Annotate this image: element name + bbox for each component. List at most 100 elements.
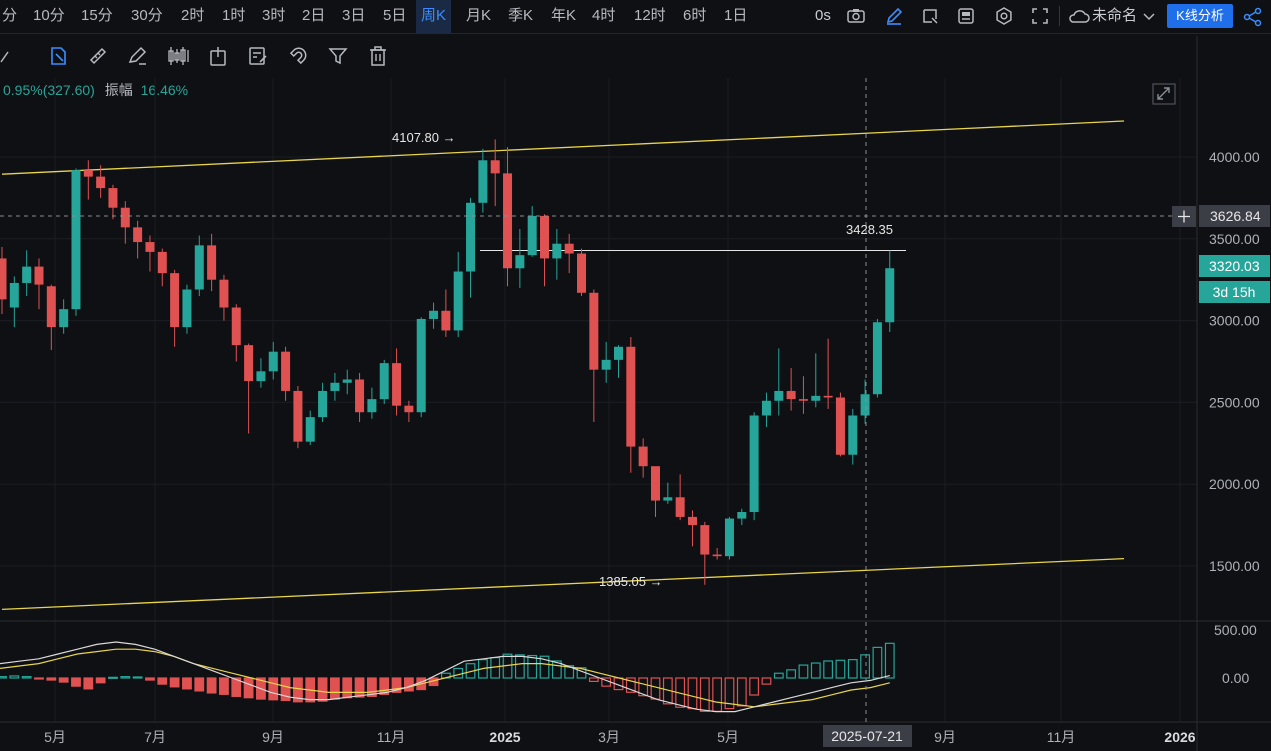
- macd-bar: [9, 675, 20, 679]
- timeframe-17[interactable]: 1日: [724, 0, 747, 33]
- screenshot-settings-icon[interactable]: [957, 7, 975, 25]
- position-tool-icon[interactable]: [208, 45, 228, 67]
- candle-body: [330, 382, 340, 391]
- amplitude-value: 16.46%: [140, 82, 189, 98]
- indicator-tick: 0.00: [1222, 670, 1249, 686]
- timeframe-15[interactable]: 12时: [634, 0, 666, 33]
- top-toolbar: 分 10分 15分 30分 2时 1时 3时 2日 3日 5日 周K 月K 季K 年K 4时 12时 6时 1日 …: [0, 0, 1271, 34]
- share-icon[interactable]: [1243, 7, 1263, 27]
- candle-body: [786, 390, 796, 400]
- timeframe-11[interactable]: 月K: [466, 0, 491, 33]
- crosshair: [0, 78, 1197, 722]
- macd-bar: [194, 677, 205, 692]
- timeframe-2[interactable]: 15分: [81, 0, 113, 33]
- macd-bar: [243, 677, 254, 699]
- settings-gear-icon[interactable]: [995, 7, 1013, 25]
- macd-bar: [95, 677, 106, 684]
- draw-pen-icon[interactable]: [885, 7, 903, 25]
- timeframe-5[interactable]: 1时: [222, 0, 245, 33]
- macd-bar: [305, 677, 316, 703]
- macd-bar: [132, 676, 143, 679]
- notes-edit-icon[interactable]: [247, 45, 269, 67]
- macd-bar: [601, 677, 612, 687]
- candle-body: [404, 405, 414, 413]
- current-price: 3320.03: [1209, 258, 1260, 274]
- layout-name[interactable]: 未命名: [1092, 0, 1137, 33]
- timeframe-1[interactable]: 10分: [33, 0, 65, 33]
- current-price-box: [1199, 255, 1270, 277]
- filter-icon[interactable]: [327, 45, 349, 67]
- chevron-down-icon[interactable]: [1143, 12, 1155, 21]
- axes: 4000.00 3500.00 3000.00 2500.00 2000.00 1500.…: [44, 149, 1270, 747]
- time-tick: 5月: [44, 729, 66, 745]
- countdown-toggle[interactable]: 0s: [815, 0, 831, 33]
- macd-bar: [502, 653, 513, 679]
- candle-body: [342, 379, 352, 383]
- timeframe-0[interactable]: 分: [2, 0, 17, 33]
- timeframe-10[interactable]: 周K: [416, 0, 452, 33]
- timeframe-16[interactable]: 6时: [683, 0, 706, 33]
- macd-bar: [293, 677, 303, 703]
- timeframe-8[interactable]: 3日: [342, 0, 365, 33]
- macd-bar: [810, 662, 821, 679]
- magnet-icon[interactable]: [287, 45, 309, 67]
- macd-bar: [699, 677, 710, 712]
- macd-bar: [71, 677, 81, 687]
- crosshair-date: 2025-07-21: [831, 728, 903, 744]
- candle-body: [367, 399, 377, 413]
- price-tick: 3000.00: [1209, 313, 1260, 329]
- candle-body: [416, 318, 426, 413]
- timeframe-14[interactable]: 4时: [592, 0, 615, 33]
- candle-body: [59, 309, 69, 328]
- brush-icon[interactable]: [127, 45, 149, 67]
- partial-tool-icon[interactable]: [0, 47, 10, 67]
- timeframe-3[interactable]: 30分: [131, 0, 163, 33]
- trendline: [1, 120, 1125, 175]
- level-annotation: 3428.35: [846, 222, 893, 237]
- price-tick: 2500.00: [1209, 394, 1260, 410]
- timeframe-4[interactable]: 2时: [181, 0, 204, 33]
- macd-bar: [514, 654, 525, 679]
- trash-icon[interactable]: [367, 45, 389, 67]
- timeframe-9[interactable]: 5日: [383, 0, 406, 33]
- macd-bar: [786, 669, 797, 679]
- select-cursor-icon[interactable]: [47, 45, 69, 67]
- candles-pattern-icon[interactable]: [167, 45, 191, 67]
- macd-bar: [884, 642, 895, 679]
- macd-bar: [416, 677, 427, 691]
- macd-bar: [625, 677, 636, 693]
- time-tick: 11月: [377, 729, 406, 745]
- indicator-template-icon[interactable]: [921, 7, 939, 25]
- macd-bar: [749, 677, 760, 696]
- candle-body: [724, 518, 734, 557]
- cloud-icon: [1069, 10, 1090, 23]
- candle-body: [219, 279, 229, 308]
- macd-bar: [206, 677, 217, 694]
- timeframe-7[interactable]: 2日: [302, 0, 325, 33]
- candle-countdown: 3d 15h: [1213, 284, 1256, 300]
- k-line-analysis-button[interactable]: K线分析: [1167, 4, 1233, 28]
- low-annotation: 1385.05 →: [599, 574, 663, 589]
- high-annotation: 4107.80 →: [392, 130, 456, 145]
- candle-body: [872, 322, 882, 395]
- fullscreen-icon[interactable]: [1031, 7, 1049, 25]
- candle-body: [540, 215, 550, 259]
- timeframe-6[interactable]: 3时: [262, 0, 285, 33]
- candle-body: [675, 497, 685, 517]
- maximize-pane-icon[interactable]: [1152, 83, 1176, 105]
- camera-icon[interactable]: [847, 8, 865, 24]
- timeframe-13[interactable]: 年K: [551, 0, 576, 33]
- candles: [0, 139, 895, 585]
- timeframe-12[interactable]: 季K: [508, 0, 533, 33]
- candle-body: [589, 292, 599, 370]
- macd-bar: [662, 677, 673, 705]
- candle-body: [22, 266, 32, 283]
- candle-body: [885, 268, 895, 323]
- crosshair-price: 3626.84: [1210, 208, 1261, 224]
- macd-bar: [588, 677, 599, 683]
- ruler-icon[interactable]: [87, 45, 109, 67]
- candle-body: [71, 170, 81, 310]
- candle-body: [466, 202, 476, 272]
- candle-body: [798, 399, 808, 401]
- candle-body: [429, 310, 439, 319]
